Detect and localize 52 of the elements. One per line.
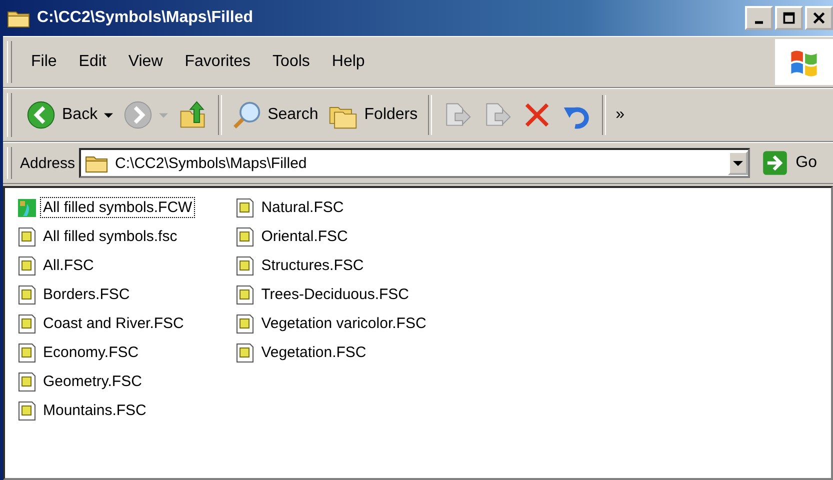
- window-title: C:\CC2\Symbols\Maps\Filled: [37, 9, 254, 27]
- document-entry[interactable]: Geometry.FSC: [17, 367, 196, 396]
- menu-item[interactable]: Edit: [68, 53, 118, 71]
- close-icon: [813, 12, 825, 24]
- document-icon: [17, 284, 37, 304]
- search-icon: [232, 100, 262, 130]
- document-entry[interactable]: Oriental.FSC: [235, 222, 430, 251]
- caret-icon: [104, 112, 113, 118]
- document-icon: [235, 226, 256, 246]
- document-icon: [235, 256, 256, 276]
- document-entry[interactable]: All.FSC: [17, 251, 196, 280]
- document-entry[interactable]: Vegetation varicolor.FSC: [235, 309, 430, 338]
- document-entry[interactable]: Trees-Deciduous.FSC: [235, 280, 430, 309]
- document-entry[interactable]: Natural.FSC: [235, 193, 430, 222]
- go-button[interactable]: Go: [750, 150, 833, 176]
- menu-item[interactable]: Help: [320, 53, 376, 71]
- maximize-button[interactable]: [775, 6, 803, 30]
- document-icon: [17, 314, 37, 334]
- document-entry[interactable]: Mountains.FSC: [17, 396, 196, 425]
- document-entry[interactable]: Structures.FSC: [235, 251, 430, 280]
- address-label: Address: [20, 154, 76, 172]
- document-icon: [235, 198, 256, 218]
- document-icon: [17, 372, 37, 392]
- menu-item[interactable]: View: [117, 53, 174, 71]
- maximize-icon: [783, 12, 795, 24]
- document-icon: [235, 342, 256, 362]
- map-file-icon: [17, 198, 37, 218]
- minimize-icon: [755, 20, 763, 24]
- document-entry[interactable]: Borders.FSC: [17, 280, 196, 309]
- document-entry[interactable]: Economy.FSC: [17, 338, 196, 367]
- document-icon: [17, 256, 37, 276]
- document-icon: [17, 400, 37, 420]
- document-icon: [17, 342, 37, 362]
- minimize-button[interactable]: [745, 6, 773, 30]
- caret-icon: [732, 160, 743, 166]
- document-entry[interactable]: Vegetation.FSC: [235, 338, 430, 367]
- menu-item[interactable]: File: [20, 53, 68, 71]
- document-icon: [235, 284, 256, 304]
- document-icon: [17, 226, 37, 246]
- back-button[interactable]: Back: [22, 98, 117, 132]
- more-button[interactable]: »: [612, 104, 629, 126]
- document-icon: [235, 314, 256, 334]
- close-button[interactable]: [805, 6, 833, 30]
- document-entry[interactable]: Coast and River.FSC: [17, 309, 196, 338]
- address-field[interactable]: C:\CC2\Symbols\Maps\Filled: [79, 148, 750, 178]
- folders-button[interactable]: Folders: [324, 98, 422, 132]
- document-entry[interactable]: All filled symbols.fsc: [17, 222, 196, 251]
- caret-icon: [158, 112, 168, 118]
- menu-item[interactable]: Favorites: [174, 53, 262, 71]
- search-button[interactable]: Search: [228, 98, 322, 132]
- dropdown-button[interactable]: [728, 151, 748, 175]
- menu-item[interactable]: Tools: [262, 53, 321, 71]
